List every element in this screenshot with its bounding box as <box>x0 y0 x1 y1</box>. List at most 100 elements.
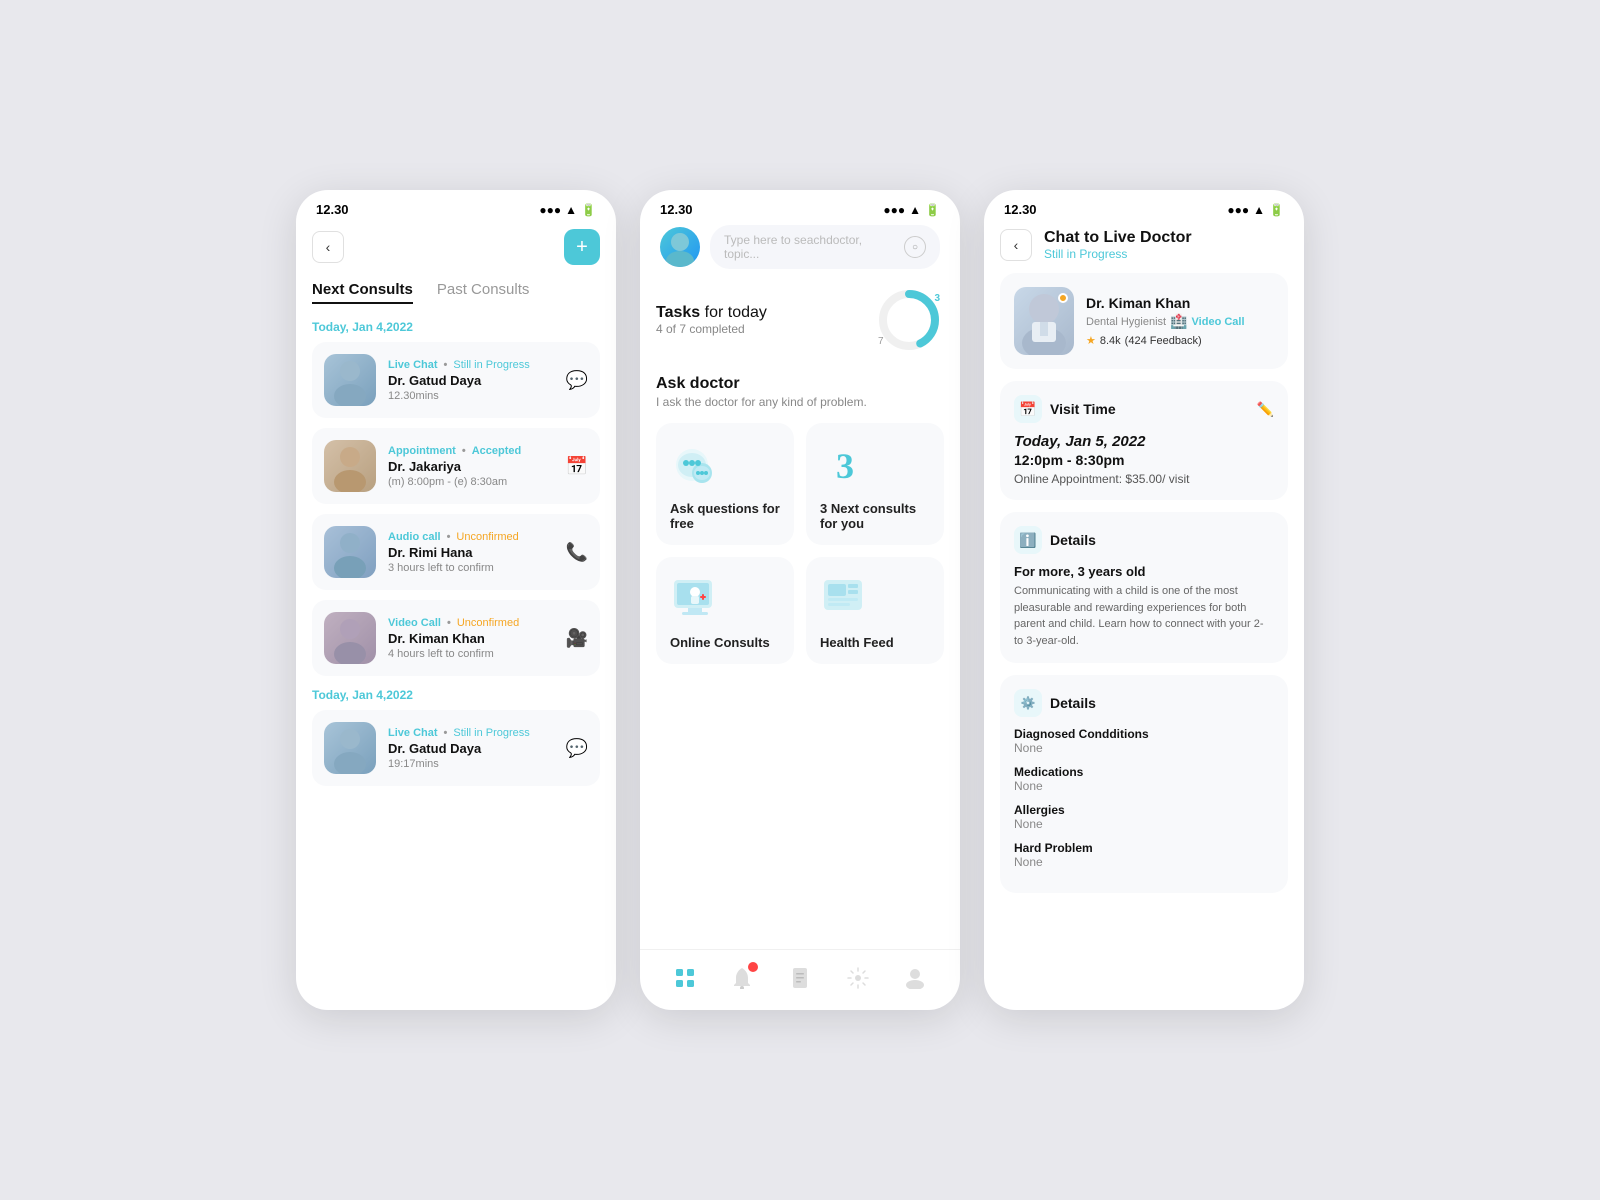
settings-icon-diag: ⚙️ <box>1014 689 1042 717</box>
nav-profile[interactable] <box>899 962 931 994</box>
card-sub-5: 19:17mins <box>388 758 554 770</box>
tab-past-consults[interactable]: Past Consults <box>437 281 530 304</box>
details-description: Communicating with a child is one of the… <box>1014 583 1274 649</box>
search-placeholder: Type here to seachdoctor, topic... <box>724 233 896 261</box>
calendar-icon-visit: 📅 <box>1014 395 1042 423</box>
nav-home[interactable] <box>669 962 701 994</box>
doctor-name-5: Dr. Gatud Daya <box>388 741 554 756</box>
chat-page-title-container: Chat to Live Doctor Still in Progress <box>1044 229 1288 261</box>
back-button-1[interactable]: ‹ <box>312 231 344 263</box>
section-date-1: Today, Jan 4,2022 <box>312 320 600 334</box>
doctor-card[interactable]: Dr. Kiman Khan Dental Hygienist 🏥 Video … <box>1000 273 1288 369</box>
visit-cost: Online Appointment: $35.00/ visit <box>1014 472 1274 486</box>
info-icon: ℹ️ <box>1014 526 1042 554</box>
doctor-info: Dr. Kiman Khan Dental Hygienist 🏥 Video … <box>1086 295 1245 347</box>
card-info-4: Video Call • Unconfirmed Dr. Kiman Khan … <box>388 617 554 660</box>
grid-card-online[interactable]: Online Consults <box>656 557 794 664</box>
screens-container: 12.30 ●●● ▲ 🔋 ‹ + Next Consults Past Con… <box>296 190 1304 1010</box>
time-1: 12.30 <box>316 202 349 217</box>
consult-card-audio[interactable]: Audio call • Unconfirmed Dr. Rimi Hana 3… <box>312 514 600 590</box>
phone-dashboard: 12.30 ●●● ▲ 🔋 Type here to seachdoctor, … <box>640 190 960 1010</box>
diag-conditions-value: None <box>1014 741 1274 755</box>
consult-card-live-chat-1[interactable]: Live Chat • Still in Progress Dr. Gatud … <box>312 342 600 418</box>
card-type-3: Audio call • Unconfirmed <box>388 531 554 543</box>
visit-time: 12:0pm - 8:30pm <box>1014 452 1274 468</box>
video-call-link[interactable]: Video Call <box>1192 316 1245 328</box>
avatar-5 <box>324 722 376 774</box>
status-3: Unconfirmed <box>456 531 518 543</box>
consult-card-live-chat-2[interactable]: Live Chat • Still in Progress Dr. Gatud … <box>312 710 600 786</box>
card-info-2: Appointment • Accepted Dr. Jakariya (m) … <box>388 445 554 488</box>
next-label: 3 Next consults for you <box>820 501 930 531</box>
visit-time-title: 📅 Visit Time <box>1014 395 1116 423</box>
status-2: Accepted <box>472 445 522 457</box>
card-sub-2: (m) 8:00pm - (e) 8:30am <box>388 476 554 488</box>
type-label-3: Audio call <box>388 531 441 543</box>
consult-card-appointment[interactable]: Appointment • Accepted Dr. Jakariya (m) … <box>312 428 600 504</box>
diag-hard-problem-value: None <box>1014 855 1274 869</box>
star-icon: ★ <box>1086 334 1096 347</box>
doctor-rating: ★ 8.4k (424 Feedback) <box>1086 334 1245 347</box>
status-1: Still in Progress <box>453 359 529 371</box>
next-icon: 3 <box>820 441 870 491</box>
status-bar-2: 12.30 ●●● ▲ 🔋 <box>640 190 960 221</box>
consult-card-video[interactable]: Video Call • Unconfirmed Dr. Kiman Khan … <box>312 600 600 676</box>
nav-notifications[interactable] <box>726 962 758 994</box>
tasks-subtitle: 4 of 7 completed <box>656 322 767 336</box>
doctor-name-2: Dr. Jakariya <box>388 459 554 474</box>
chart-label-3: 3 <box>934 293 940 304</box>
ask-doctor-section: Ask doctor I ask the doctor for any kind… <box>656 375 944 664</box>
diag-row-hard-problem: Hard Problem None <box>1014 841 1274 869</box>
chat-bubble-icon-2: 💬 <box>566 738 588 759</box>
consult-tabs: Next Consults Past Consults <box>312 281 600 304</box>
bottom-nav <box>640 949 960 1010</box>
tab-next-consults[interactable]: Next Consults <box>312 281 413 304</box>
doctor-avatar <box>1014 287 1074 355</box>
ask-doctor-title: Ask doctor <box>656 375 944 393</box>
card-info-3: Audio call • Unconfirmed Dr. Rimi Hana 3… <box>388 531 554 574</box>
avatar-2 <box>324 440 376 492</box>
time-2: 12.30 <box>660 202 693 217</box>
card-type-2: Appointment • Accepted <box>388 445 554 457</box>
visit-time-header: 📅 Visit Time ✏️ <box>1014 395 1274 423</box>
section-date-2: Today, Jan 4,2022 <box>312 688 600 702</box>
back-button-3[interactable]: ‹ <box>1000 229 1032 261</box>
diag-conditions-label: Diagnosed Condditions <box>1014 727 1274 741</box>
phone-consults: 12.30 ●●● ▲ 🔋 ‹ + Next Consults Past Con… <box>296 190 616 1010</box>
phone-chat: 12.30 ●●● ▲ 🔋 ‹ Chat to Live Doctor Stil… <box>984 190 1304 1010</box>
diag-allergies-label: Allergies <box>1014 803 1274 817</box>
diag-row-medications: Medications None <box>1014 765 1274 793</box>
calendar-icon: 📅 <box>566 456 588 477</box>
grid-card-ask[interactable]: Ask questions for free <box>656 423 794 545</box>
details-card: ℹ️ Details For more, 3 years old Communi… <box>1000 512 1288 663</box>
chat-page-title: Chat to Live Doctor <box>1044 229 1288 247</box>
status-icons-2: ●●● ▲ 🔋 <box>883 203 940 217</box>
nav-settings[interactable] <box>842 962 874 994</box>
grid-card-feed[interactable]: Health Feed <box>806 557 944 664</box>
visit-date: Today, Jan 5, 2022 <box>1014 433 1274 450</box>
signal-icon-3: ●●● <box>1227 203 1249 217</box>
add-button[interactable]: + <box>564 229 600 265</box>
battery-icon-3: 🔋 <box>1269 203 1284 217</box>
search-input-container[interactable]: Type here to seachdoctor, topic... ○ <box>710 225 940 269</box>
diagnosed-header: ⚙️ Details <box>1014 689 1274 717</box>
phone-icon: 📞 <box>566 542 588 563</box>
chat-bubble-icon-1: 💬 <box>566 370 588 391</box>
card-info-1: Live Chat • Still in Progress Dr. Gatud … <box>388 359 554 402</box>
chat-page-subtitle: Still in Progress <box>1044 247 1288 261</box>
ask-icon <box>670 441 720 491</box>
ask-label: Ask questions for free <box>670 501 780 531</box>
type-label-4: Video Call <box>388 617 441 629</box>
card-info-5: Live Chat • Still in Progress Dr. Gatud … <box>388 727 554 770</box>
doctor-specialty: Dental Hygienist 🏥 Video Call <box>1086 313 1245 330</box>
card-sub-4: 4 hours left to confirm <box>388 648 554 660</box>
wifi-icon-3: ▲ <box>1253 203 1265 217</box>
diag-hard-problem-label: Hard Problem <box>1014 841 1274 855</box>
time-3: 12.30 <box>1004 202 1037 217</box>
edit-icon[interactable]: ✏️ <box>1257 401 1274 418</box>
nav-documents[interactable] <box>784 962 816 994</box>
feed-label: Health Feed <box>820 635 894 650</box>
diagnosed-card: ⚙️ Details Diagnosed Condditions None Me… <box>1000 675 1288 893</box>
diag-medications-label: Medications <box>1014 765 1274 779</box>
grid-card-next[interactable]: 3 3 Next consults for you <box>806 423 944 545</box>
